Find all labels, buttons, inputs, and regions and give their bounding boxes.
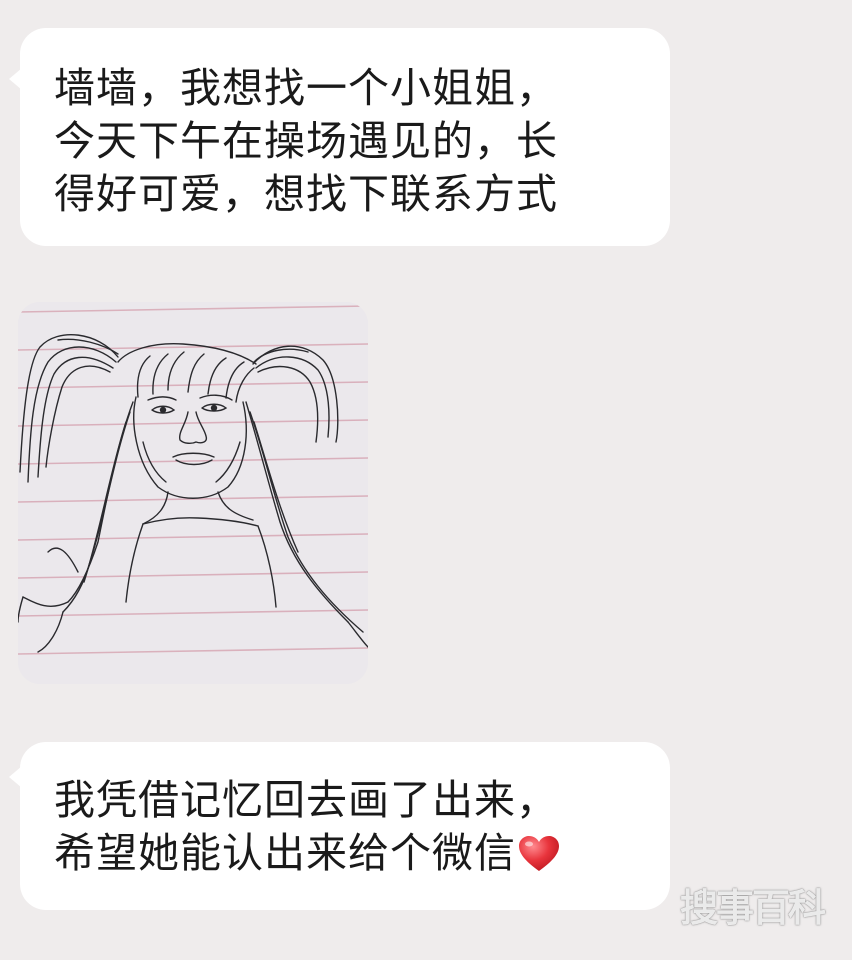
message-bubble-1[interactable]: 墙墙，我想找一个小姐姐， 今天下午在操场遇见的，长 得好可爱，想找下联系方式 bbox=[9, 28, 670, 246]
red-heart-icon bbox=[518, 833, 560, 886]
message-bubble-3[interactable]: 我凭借记忆回去画了出来， 希望她能认出来给个微信 bbox=[9, 742, 670, 910]
message-text: 我凭借记忆回去画了出来， 希望她能认出来给个微信 bbox=[54, 774, 636, 886]
message-image-sketch[interactable] bbox=[18, 302, 368, 684]
message-text-content: 我凭借记忆回去画了出来， 希望她能认出来给个微信 bbox=[54, 776, 558, 877]
chat-conversation: 墙墙，我想找一个小姐姐， 今天下午在操场遇见的，长 得好可爱，想找下联系方式 我… bbox=[0, 0, 852, 960]
bubble-tail bbox=[9, 68, 22, 90]
sketch-drawing bbox=[18, 302, 368, 684]
message-text: 墙墙，我想找一个小姐姐， 今天下午在操场遇见的，长 得好可爱，想找下联系方式 bbox=[54, 64, 558, 218]
bubble-tail bbox=[9, 766, 22, 788]
watermark-logo: 搜事百科 bbox=[679, 886, 826, 930]
